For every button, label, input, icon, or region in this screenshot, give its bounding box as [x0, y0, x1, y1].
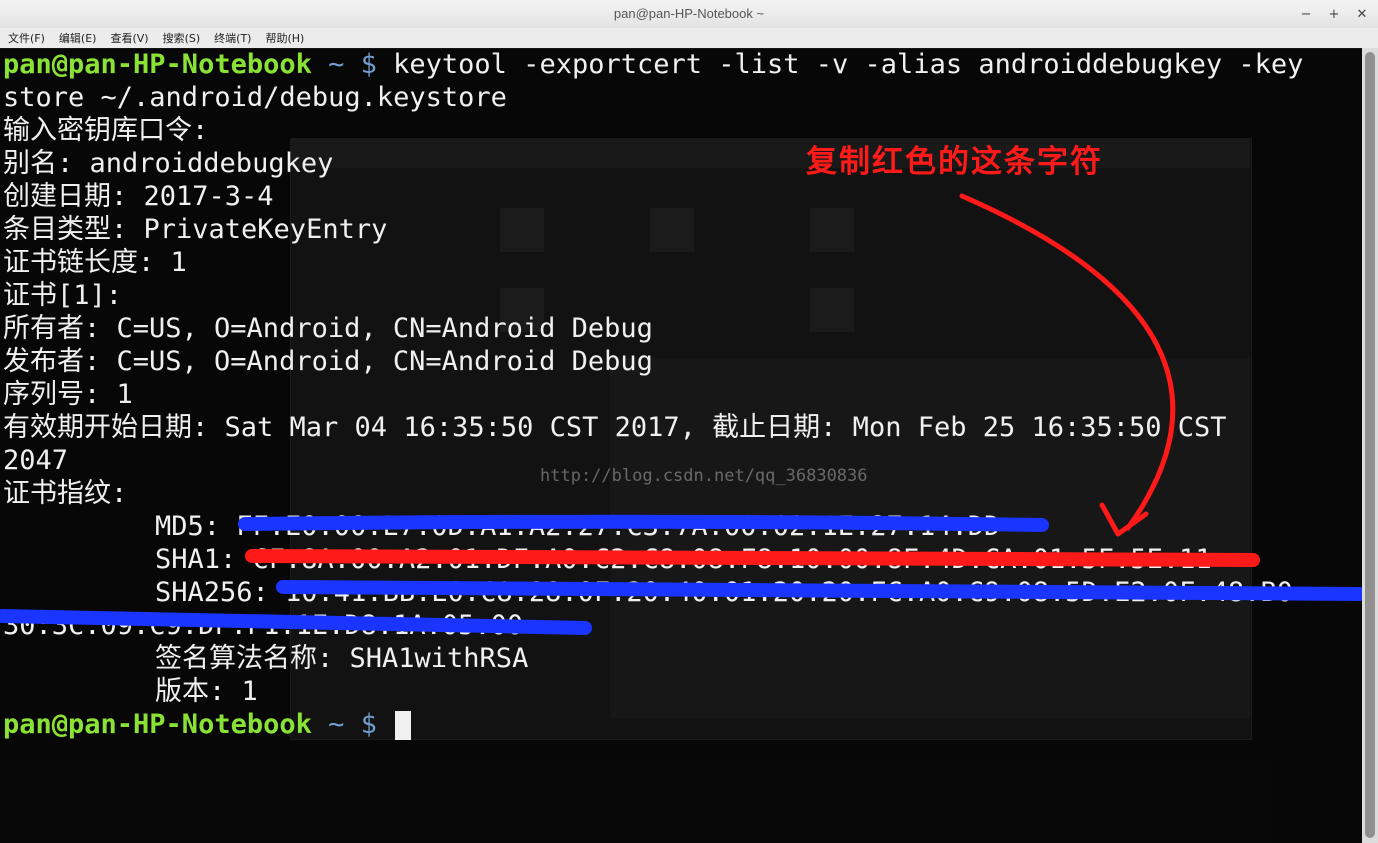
version-line: 版本: 1: [155, 676, 258, 707]
command-line-cont: store ~/.android/debug.keystore: [3, 82, 507, 113]
scrollbar-thumb[interactable]: [1365, 52, 1375, 838]
menu-search[interactable]: 搜索(S): [155, 30, 207, 46]
minimize-button[interactable]: −: [1300, 7, 1312, 22]
terminal-output: pan@pan-HP-Notebook ~ $ keytool -exportc…: [3, 48, 1303, 741]
command-text: keytool -exportcert -list -v -alias andr…: [393, 49, 1304, 80]
vertical-scrollbar[interactable]: [1362, 48, 1378, 843]
close-button[interactable]: ✕: [1356, 7, 1368, 22]
output-line: 发布者: C=US, O=Android, CN=Android Debug: [3, 346, 653, 377]
prompt-user: pan@pan-HP-Notebook: [3, 49, 312, 80]
output-line: 所有者: C=US, O=Android, CN=Android Debug: [3, 313, 653, 344]
command-line: pan@pan-HP-Notebook ~ $ keytool -exportc…: [3, 48, 1303, 81]
output-line: 序列号: 1: [3, 379, 133, 410]
menu-bar: 文件(F) 编辑(E) 查看(V) 搜索(S) 终端(T) 帮助(H): [0, 28, 1378, 49]
watermark-url: http://blog.csdn.net/qq_36830836: [540, 466, 868, 486]
terminal-window: pan@pan-HP-Notebook ~ − + ✕ 文件(F) 编辑(E) …: [0, 0, 1378, 843]
maximize-button[interactable]: +: [1328, 7, 1340, 22]
menu-help[interactable]: 帮助(H): [257, 30, 310, 46]
signature-algorithm: 签名算法名称: SHA1withRSA: [155, 643, 529, 674]
menu-edit[interactable]: 编辑(E): [51, 30, 103, 46]
output-line: 有效期开始日期: Sat Mar 04 16:35:50 CST 2017, 截…: [3, 412, 1227, 443]
menu-terminal[interactable]: 终端(T): [206, 30, 257, 46]
output-line: 别名: androiddebugkey: [3, 148, 334, 179]
prompt-path: ~ $: [311, 709, 394, 740]
terminal-content[interactable]: pan@pan-HP-Notebook ~ $ keytool -exportc…: [0, 48, 1362, 843]
fingerprint-sha256: SHA256: 10:41:BB:E0:C8:28:0F:20:40:01:20…: [155, 577, 1293, 608]
window-title: pan@pan-HP-Notebook ~: [613, 6, 765, 21]
fingerprint-sha256-cont: 30:3C:09:C9:DF:F1:1E:D8:1A:05:00: [3, 610, 524, 641]
menu-view[interactable]: 查看(V): [102, 30, 154, 46]
text-cursor: [395, 711, 412, 740]
output-line: 创建日期: 2017-3-4: [3, 181, 274, 212]
prompt-user: pan@pan-HP-Notebook: [3, 709, 312, 740]
title-bar[interactable]: pan@pan-HP-Notebook ~ − + ✕: [0, 0, 1378, 29]
fingerprint-md5: MD5: FF:E0:00:E7:0D:A1:A2:27:C3:7A:00:02…: [155, 511, 1001, 542]
annotation-text: 复制红色的这条字符: [806, 144, 1103, 180]
fingerprint-sha1: SHA1: CF:8A:00:A2:01:DF:A0:C2:C8:08:F8:1…: [155, 544, 1212, 575]
prompt-path: ~ $: [311, 49, 394, 80]
window-controls: − + ✕: [1300, 0, 1368, 28]
prompt-line[interactable]: pan@pan-HP-Notebook ~ $: [3, 708, 1303, 741]
menu-file[interactable]: 文件(F): [0, 30, 51, 46]
output-line: 输入密钥库口令:: [3, 115, 209, 146]
output-line: 证书链长度: 1: [3, 247, 187, 278]
output-line: 条目类型: PrivateKeyEntry: [3, 214, 388, 245]
output-line: 证书[1]:: [3, 280, 123, 311]
